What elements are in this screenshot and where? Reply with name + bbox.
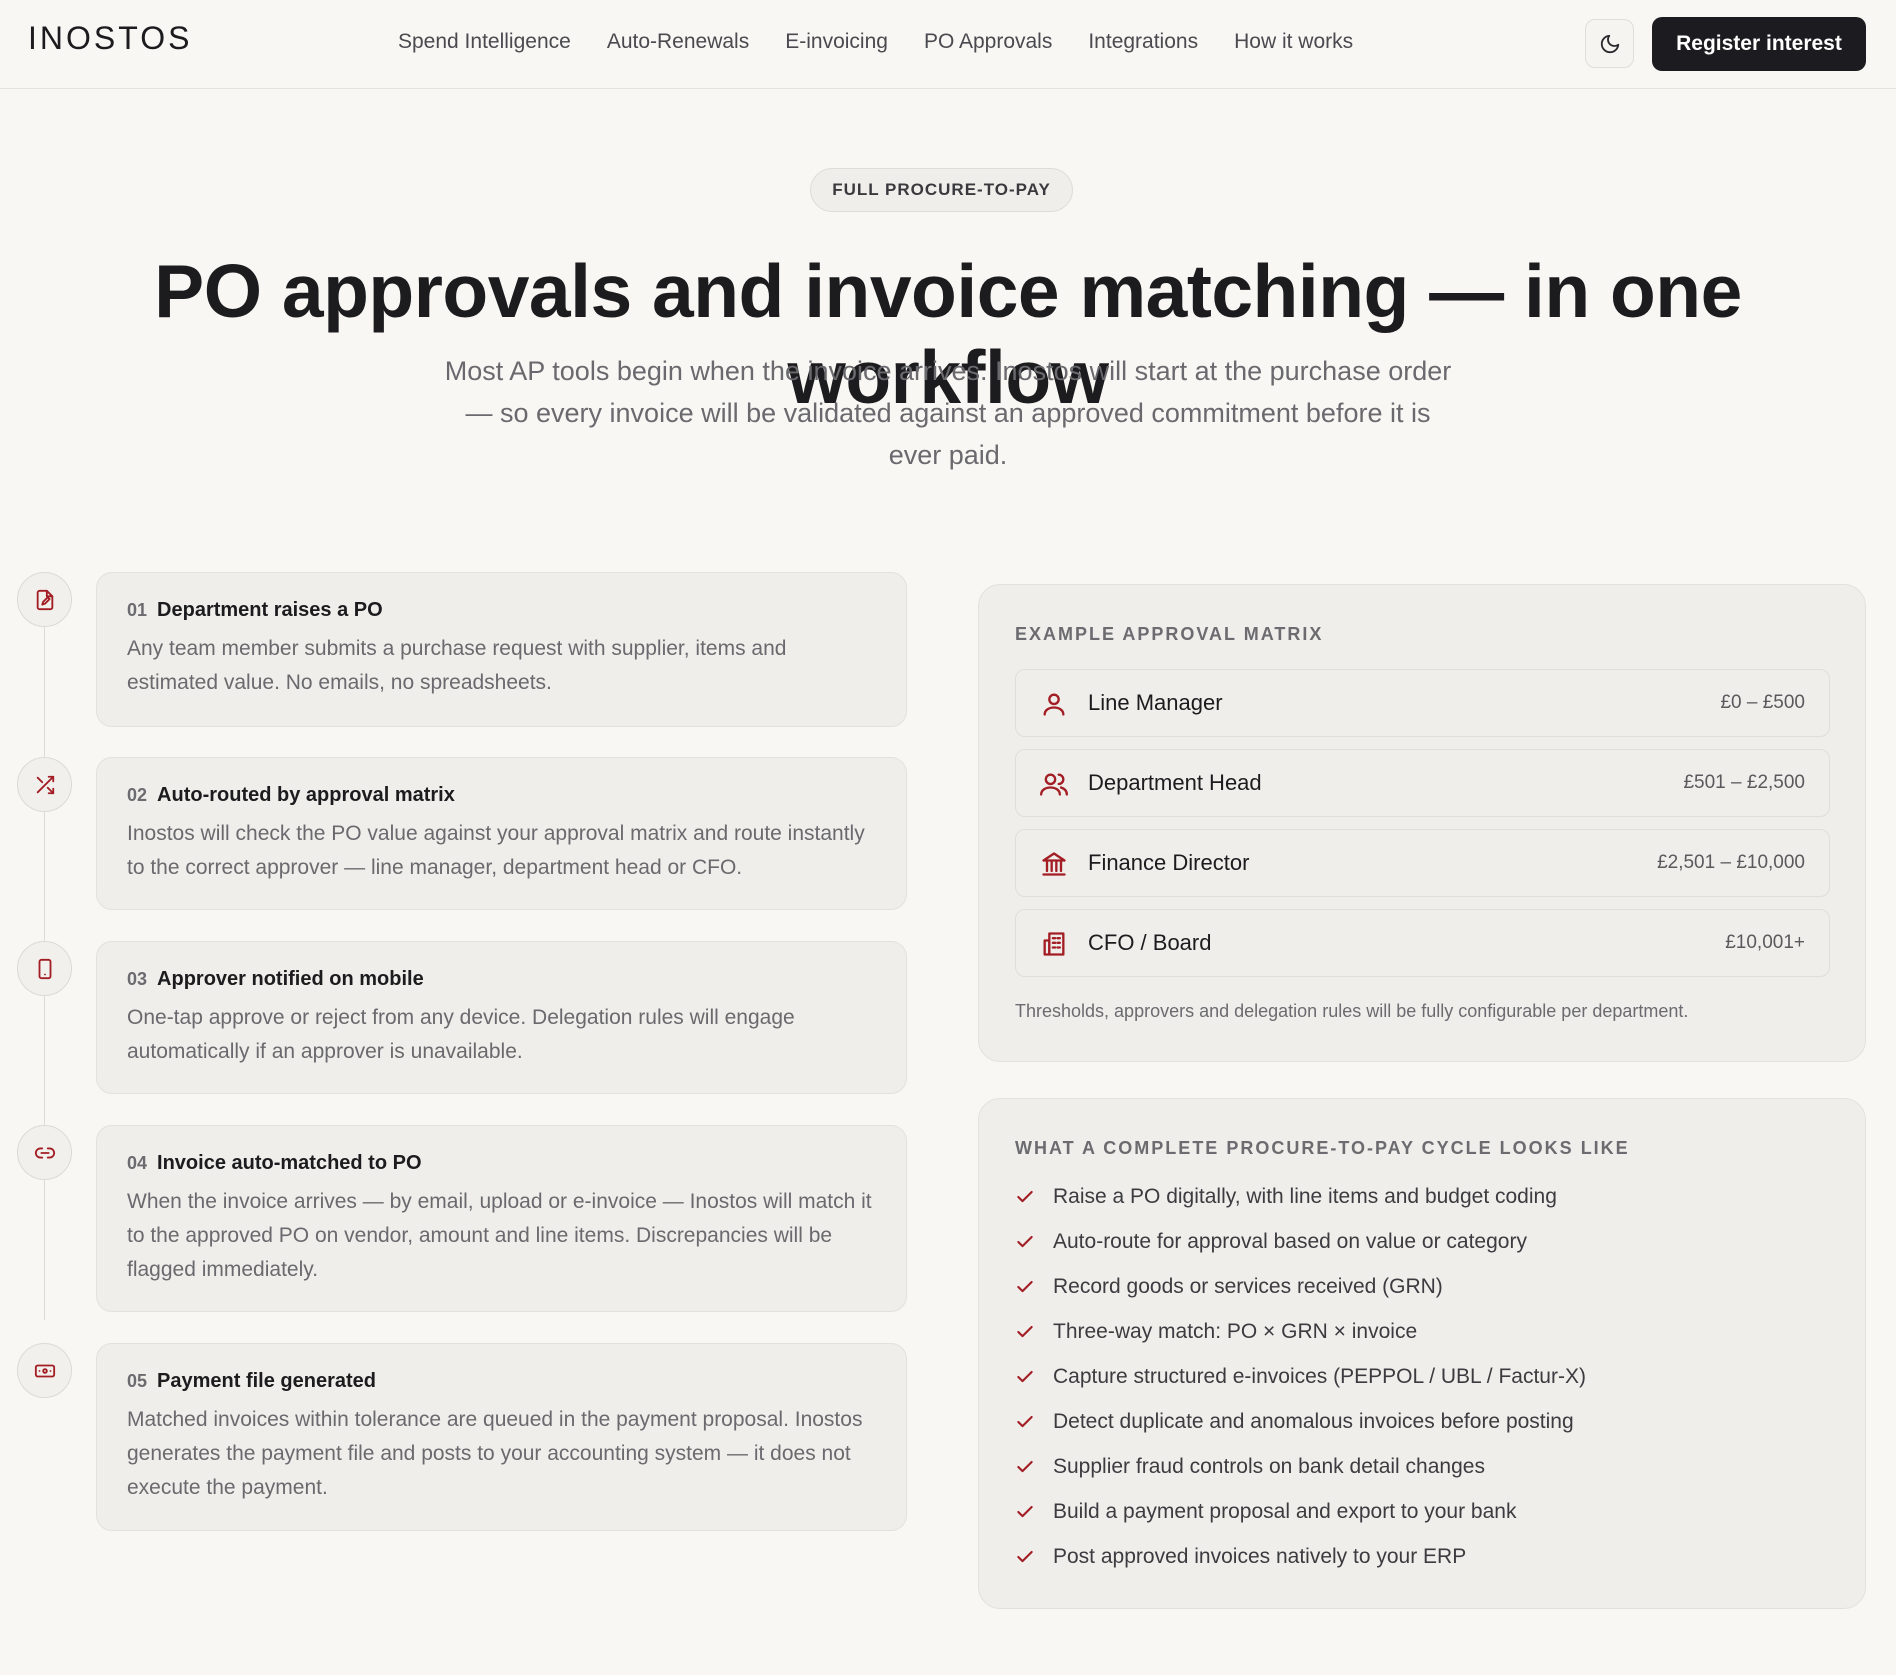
approval-matrix-panel: EXAMPLE APPROVAL MATRIX Line Manager £0 … xyxy=(978,584,1866,1062)
checklist-item: Raise a PO digitally, with line items an… xyxy=(1015,1182,1557,1212)
checklist-item: Supplier fraud controls on bank detail c… xyxy=(1015,1452,1485,1482)
nav-link-po-approvals[interactable]: PO Approvals xyxy=(924,30,1052,54)
approval-matrix-heading: EXAMPLE APPROVAL MATRIX xyxy=(1015,624,1324,644)
step-1-icon-circle xyxy=(17,572,72,627)
checklist-item-text: Supplier fraud controls on bank detail c… xyxy=(1053,1455,1485,1478)
step-3-icon-circle xyxy=(17,941,72,996)
matrix-range: £0 – £500 xyxy=(1720,692,1805,713)
step-title: Payment file generated xyxy=(157,1370,376,1392)
users-icon xyxy=(1040,773,1068,796)
section-badge: FULL PROCURE-TO-PAY xyxy=(810,168,1073,212)
checklist-item-text: Post approved invoices natively to your … xyxy=(1053,1545,1467,1568)
check-icon xyxy=(1017,1460,1033,1473)
step-4-icon-circle xyxy=(17,1125,72,1180)
building-icon xyxy=(1043,932,1065,956)
checklist-item: Record goods or services received (GRN) xyxy=(1015,1272,1443,1302)
check-icon xyxy=(1017,1415,1033,1428)
user-icon xyxy=(1043,693,1065,716)
matrix-range: £501 – £2,500 xyxy=(1683,772,1805,793)
p2p-cycle-panel: WHAT A COMPLETE PROCURE-TO-PAY CYCLE LOO… xyxy=(978,1098,1866,1609)
matrix-range: £2,501 – £10,000 xyxy=(1657,852,1805,873)
step-card-3: 03 Approver notified on mobile One-tap ap… xyxy=(96,941,907,1094)
matrix-role: Department Head xyxy=(1088,770,1262,795)
matrix-row-line-manager: Line Manager £0 – £500 xyxy=(1015,669,1830,737)
step-card-2: 02 Auto-routed by approval matrix Inostos… xyxy=(96,757,907,910)
step-number: 04 xyxy=(127,1153,148,1173)
smartphone-icon xyxy=(38,958,51,979)
check-icon xyxy=(1017,1325,1033,1338)
site-header: INOSTOS Spend Intelligence Auto-Renewals… xyxy=(0,0,1896,89)
step-description: Any team member submits a purchase reque… xyxy=(127,637,787,694)
moon-icon xyxy=(1600,34,1619,53)
checklist-item-text: Detect duplicate and anomalous invoices … xyxy=(1053,1410,1574,1433)
step-5-icon-circle xyxy=(17,1343,72,1398)
checklist-item-text: Build a payment proposal and export to y… xyxy=(1053,1500,1517,1523)
register-interest-button[interactable]: Register interest xyxy=(1652,17,1866,71)
link-icon xyxy=(34,1147,55,1158)
checklist-item-text: Raise a PO digitally, with line items an… xyxy=(1053,1185,1557,1208)
nav-link-spend-intelligence[interactable]: Spend Intelligence xyxy=(398,30,571,54)
matrix-role: Finance Director xyxy=(1088,850,1250,875)
step-card-4: 04 Invoice auto-matched to PO When the in… xyxy=(96,1125,907,1312)
step-card-1: 01 Department raises a PO Any team member… xyxy=(96,572,907,727)
check-icon xyxy=(1017,1550,1033,1563)
checklist-item-text: Three-way match: PO × GRN × invoice xyxy=(1053,1320,1418,1343)
p2p-cycle-heading: WHAT A COMPLETE PROCURE-TO-PAY CYCLE LOO… xyxy=(1015,1138,1630,1158)
matrix-row-department-head: Department Head £501 – £2,500 xyxy=(1015,749,1830,817)
checklist-item: Build a payment proposal and export to y… xyxy=(1015,1497,1516,1527)
step-title: Invoice auto-matched to PO xyxy=(157,1152,422,1174)
banknote-icon xyxy=(34,1364,55,1377)
main-nav: Spend Intelligence Auto-Renewals E-invoi… xyxy=(398,30,1353,54)
step-number: 05 xyxy=(127,1371,148,1391)
approval-matrix-note: Thresholds, approvers and delegation rul… xyxy=(1015,1001,1689,1021)
checklist-item-text: Capture structured e-invoices (PEPPOL / … xyxy=(1053,1365,1586,1388)
check-icon xyxy=(1017,1190,1033,1203)
nav-link-e-invoicing[interactable]: E-invoicing xyxy=(785,30,888,54)
check-icon xyxy=(1017,1370,1033,1383)
step-description: Inostos will check the PO value against … xyxy=(127,822,865,879)
matrix-role: CFO / Board xyxy=(1088,930,1212,955)
matrix-range: £10,001+ xyxy=(1725,932,1805,953)
shuffle-icon xyxy=(36,775,54,794)
matrix-row-cfo-board: CFO / Board £10,001+ xyxy=(1015,909,1830,977)
step-number: 02 xyxy=(127,785,148,805)
matrix-role: Line Manager xyxy=(1088,690,1223,715)
checklist-item: Post approved invoices natively to your … xyxy=(1015,1542,1466,1572)
step-description: Matched invoices within tolerance are qu… xyxy=(127,1408,863,1499)
check-icon xyxy=(1017,1505,1033,1518)
nav-link-how-it-works[interactable]: How it works xyxy=(1234,30,1353,54)
step-description: One-tap approve or reject from any devic… xyxy=(127,1006,795,1063)
bank-icon xyxy=(1042,852,1066,876)
step-number: 03 xyxy=(127,969,148,989)
checklist-item: Detect duplicate and anomalous invoices … xyxy=(1015,1407,1574,1437)
nav-link-integrations[interactable]: Integrations xyxy=(1088,30,1198,54)
page-subtitle: Most AP tools begin when the invoice arr… xyxy=(444,356,1452,470)
step-number: 01 xyxy=(127,600,148,620)
check-icon xyxy=(1017,1235,1033,1248)
matrix-row-finance-director: Finance Director £2,501 – £10,000 xyxy=(1015,829,1830,897)
checklist-item: Capture structured e-invoices (PEPPOL / … xyxy=(1015,1362,1586,1392)
document-edit-icon xyxy=(36,589,53,610)
checklist-item: Auto-route for approval based on value o… xyxy=(1015,1227,1527,1257)
checklist-item-text: Record goods or services received (GRN) xyxy=(1053,1275,1443,1298)
step-title: Approver notified on mobile xyxy=(157,968,424,990)
theme-toggle-button[interactable] xyxy=(1585,19,1634,68)
logo[interactable]: INOSTOS xyxy=(28,20,192,57)
step-2-icon-circle xyxy=(17,757,72,812)
check-icon xyxy=(1017,1280,1033,1293)
step-title: Auto-routed by approval matrix xyxy=(157,784,455,806)
step-description: When the invoice arrives — by email, upl… xyxy=(127,1190,872,1281)
step-title: Department raises a PO xyxy=(157,599,383,621)
checklist-item-text: Auto-route for approval based on value o… xyxy=(1053,1230,1527,1253)
checklist-item: Three-way match: PO × GRN × invoice xyxy=(1015,1317,1417,1347)
nav-link-auto-renewals[interactable]: Auto-Renewals xyxy=(607,30,749,54)
step-card-5: 05 Payment file generated Matched invoice… xyxy=(96,1343,907,1531)
